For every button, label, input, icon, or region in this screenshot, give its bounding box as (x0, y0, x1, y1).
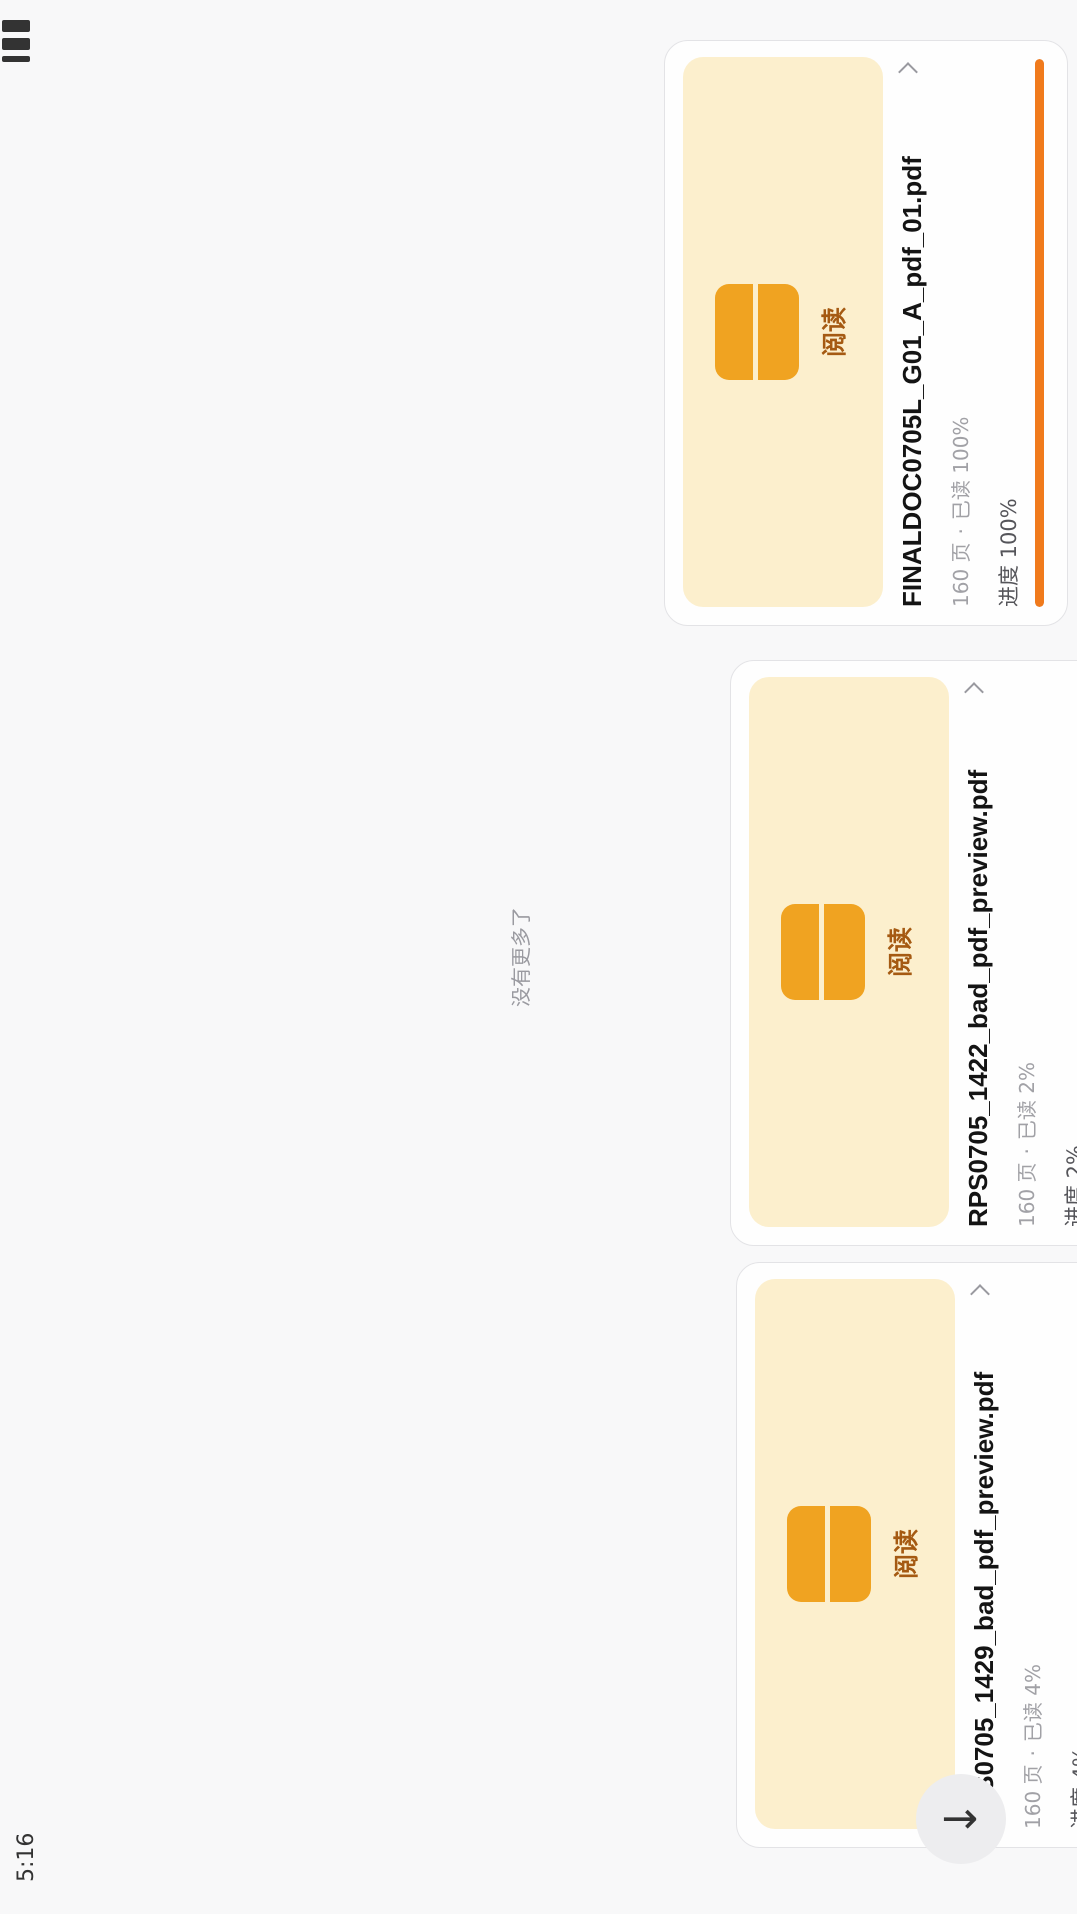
document-card[interactable]: 阅读 FINALDOC0705L_G01_A_pdf_01.pdf 160 页 ·… (664, 40, 1068, 626)
book-icon (781, 904, 865, 1000)
page-count: 160 页 (1015, 1162, 1039, 1227)
status-time: 5:16 (14, 1832, 39, 1882)
status-icons (2, 20, 30, 62)
battery-icon (2, 20, 30, 32)
meta-separator: · (949, 528, 973, 535)
chevron-up-icon[interactable] (898, 62, 918, 82)
file-name: RPS0705_1429_bad_pdf_preview.pdf (969, 1371, 999, 1829)
progress-label: 进度 100% (997, 498, 1021, 607)
chevron-up-icon[interactable] (970, 1284, 990, 1304)
file-name: FINALDOC0705L_G01_A_pdf_01.pdf (897, 156, 927, 607)
read-percent: 已读 2% (1015, 1062, 1039, 1141)
read-percent: 已读 4% (1021, 1664, 1045, 1743)
read-label: 阅读 (892, 1529, 921, 1580)
progress-fill (1035, 59, 1044, 607)
document-meta: 160 页 · 已读 2% (1011, 1062, 1040, 1227)
scroll-down-button[interactable]: ↓ (916, 1774, 1006, 1864)
document-cover[interactable]: 阅读 (755, 1279, 955, 1829)
document-meta: 160 页 · 已读 4% (1017, 1664, 1046, 1829)
meta-separator: · (1021, 1750, 1045, 1757)
book-icon (715, 284, 799, 380)
meta-separator: · (1015, 1148, 1039, 1155)
wifi-icon (2, 38, 30, 50)
progress-track (1035, 59, 1044, 607)
arrow-down-icon: ↓ (935, 1800, 987, 1838)
progress-label: 进度 4% (1069, 1747, 1077, 1829)
no-more-footer: 没有更多了 (509, 907, 533, 1007)
chevron-up-icon[interactable] (964, 682, 984, 702)
document-meta: 160 页 · 已读 100% (945, 417, 974, 607)
page-count: 160 页 (1021, 1764, 1045, 1829)
document-cover[interactable]: 阅读 (749, 677, 949, 1227)
status-bar: 5:16 (0, 0, 60, 1914)
book-icon (787, 1506, 871, 1602)
read-percent: 已读 100% (949, 416, 973, 521)
document-card[interactable]: 阅读 RPS0705_1429_bad_pdf_preview.pdf 160 … (736, 1262, 1077, 1848)
file-name: RPS0705_1422_bad_pdf_preview.pdf (963, 769, 993, 1227)
document-cover[interactable]: 阅读 (683, 57, 883, 607)
page-count: 160 页 (949, 542, 973, 607)
read-label: 阅读 (820, 307, 849, 358)
signal-icon (2, 56, 30, 62)
reader-screen: 5:16 阅读 RPS0705_1429_bad_pdf_preview.pdf… (0, 0, 1077, 1914)
progress-label: 进度 2% (1063, 1145, 1077, 1227)
document-card[interactable]: 阅读 RPS0705_1422_bad_pdf_preview.pdf 160 … (730, 660, 1077, 1246)
read-label: 阅读 (886, 927, 915, 978)
